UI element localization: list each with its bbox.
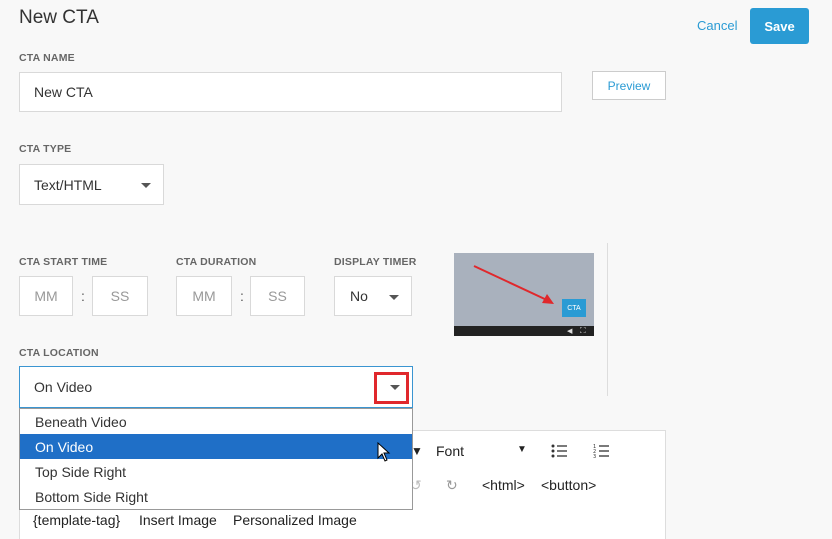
location-option-beneath-video[interactable]: Beneath Video	[20, 409, 412, 434]
location-option-top-side-right[interactable]: Top Side Right	[20, 459, 412, 484]
start-time-label: CTA START TIME	[19, 256, 108, 268]
bulleted-list-icon[interactable]	[551, 443, 567, 459]
display-timer-value: No	[350, 288, 368, 304]
insert-button-button[interactable]: <button>	[541, 477, 596, 493]
location-option-bottom-side-right[interactable]: Bottom Side Right	[20, 484, 412, 509]
cta-location-dropdown[interactable]: Beneath Video On Video Top Side Right Bo…	[19, 408, 413, 510]
start-time-minutes-input[interactable]: MM	[19, 276, 73, 316]
duration-label: CTA DURATION	[176, 256, 257, 268]
template-tag-button[interactable]: {template-tag}	[33, 512, 120, 528]
chevron-down-icon	[141, 183, 151, 188]
duration-seconds-placeholder: SS	[268, 288, 287, 304]
redo-icon[interactable]: ↻	[446, 477, 458, 494]
cta-type-value: Text/HTML	[34, 176, 102, 193]
cta-location-value: On Video	[34, 379, 93, 395]
duration-separator: :	[240, 288, 244, 304]
cancel-button[interactable]: Cancel	[697, 18, 737, 33]
cta-location-select[interactable]: On Video	[19, 366, 413, 408]
numbered-list-icon[interactable]: 1 2 3	[593, 443, 609, 459]
insert-html-button[interactable]: <html>	[482, 477, 525, 493]
insert-image-button[interactable]: Insert Image	[139, 512, 217, 528]
duration-minutes-input[interactable]: MM	[176, 276, 232, 316]
cta-badge: CTA	[562, 299, 586, 317]
page-title: New CTA	[19, 7, 99, 28]
cta-type-label: CTA TYPE	[19, 143, 72, 155]
dropdown-caret-highlight	[374, 372, 409, 404]
svg-text:3: 3	[593, 454, 596, 459]
volume-icon: ◀	[567, 328, 573, 335]
personalized-image-button[interactable]: Personalized Image	[233, 512, 357, 528]
duration-seconds-input[interactable]: SS	[250, 276, 305, 316]
location-option-on-video[interactable]: On Video	[20, 434, 412, 459]
start-time-seconds-input[interactable]: SS	[92, 276, 148, 316]
cta-name-input[interactable]: New CTA	[19, 72, 562, 112]
start-seconds-placeholder: SS	[110, 288, 130, 304]
fullscreen-icon: ⛶	[580, 326, 586, 335]
start-time-separator: :	[81, 288, 85, 304]
save-button[interactable]: Save	[750, 8, 809, 44]
start-minutes-placeholder: MM	[34, 288, 58, 304]
cta-location-label: CTA LOCATION	[19, 347, 99, 359]
font-select-label[interactable]: Font	[436, 443, 464, 459]
cta-name-value: New CTA	[34, 84, 93, 100]
display-timer-select[interactable]: No	[334, 276, 412, 316]
cta-type-select[interactable]: Text/HTML	[19, 164, 164, 205]
mouse-cursor-icon	[377, 442, 391, 462]
chevron-down-icon	[389, 295, 399, 300]
divider	[607, 243, 608, 396]
display-timer-label: DISPLAY TIMER	[334, 256, 417, 268]
cta-location-preview-thumbnail: CTA ◀ ⛶	[454, 253, 594, 336]
preview-button[interactable]: Preview	[592, 71, 666, 100]
cta-name-label: CTA NAME	[19, 52, 75, 64]
duration-minutes-placeholder: MM	[192, 288, 216, 304]
video-controls-bar: ◀ ⛶	[454, 326, 594, 336]
font-caret-icon[interactable]: ▼	[517, 444, 527, 455]
arrow-icon	[473, 265, 554, 304]
